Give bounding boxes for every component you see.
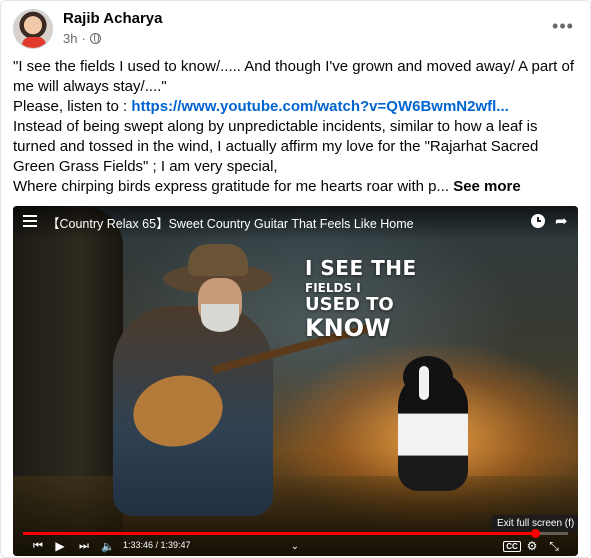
watch-later-icon[interactable] <box>531 214 545 228</box>
post-text: "I see the fields I used to know/..... A… <box>13 57 583 197</box>
gear-icon[interactable]: ⚙ <box>525 538 539 554</box>
progress-bar[interactable] <box>23 529 568 538</box>
video-top-bar: 【Country Relax 65】Sweet Country Guitar T… <box>13 206 578 240</box>
post-header: Rajib Acharya 3h · ••• <box>13 9 578 49</box>
share-icon[interactable]: ➦ <box>555 212 568 230</box>
exit-fullscreen-icon[interactable]: ⤡ <box>547 538 561 554</box>
overlay-text: I SEE THE <box>305 256 417 280</box>
video-controls: ⏮ ▶ ⏭ 🔈 1:33:46 / 1:39:47 ⌄ CC ⚙ ⤡ <box>13 538 578 556</box>
previous-icon[interactable]: ⏮ <box>31 538 45 554</box>
video-thumbnail <box>13 206 578 556</box>
more-options-button[interactable]: ••• <box>548 11 578 41</box>
overlay-text: KNOW <box>305 314 391 342</box>
overlay-text: USED TO <box>305 294 394 315</box>
chevron-down-icon[interactable]: ⌄ <box>288 538 302 554</box>
time-display: 1:33:46 / 1:39:47 <box>123 540 191 550</box>
overlay-text: FIELDS I <box>305 281 361 295</box>
post-line: Please, listen to : https://www.youtube.… <box>13 98 509 115</box>
post-time[interactable]: 3h <box>63 31 77 46</box>
video-title[interactable]: 【Country Relax 65】Sweet Country Guitar T… <box>47 213 414 232</box>
volume-icon[interactable]: 🔈 <box>101 538 115 554</box>
next-icon[interactable]: ⏭ <box>77 538 91 554</box>
post-line: "I see the fields I used to know/..... A… <box>13 58 575 75</box>
play-icon[interactable]: ▶ <box>53 538 67 554</box>
see-more-link[interactable]: See more <box>453 178 521 195</box>
video-player[interactable]: I SEE THE FIELDS I USED TO KNOW 【Country… <box>13 206 578 556</box>
avatar[interactable] <box>13 9 53 49</box>
youtube-link[interactable]: https://www.youtube.com/watch?v=QW6BwmN2… <box>131 98 508 115</box>
progress-fill <box>23 532 536 535</box>
post-line: turned and tossed in the wind, I actuall… <box>13 138 539 155</box>
post-line: me will always stay/...." <box>13 78 167 95</box>
post-line: Instead of being swept along by unpredic… <box>13 118 538 135</box>
playlist-menu-icon[interactable] <box>23 215 37 227</box>
post-meta: 3h · <box>63 31 101 46</box>
post-line: Green Grass Fields" ; I am very special, <box>13 158 278 175</box>
captions-icon[interactable]: CC <box>503 541 521 552</box>
post-line: Where chirping birds express gratitude f… <box>13 178 521 195</box>
globe-icon <box>89 33 101 44</box>
author-name[interactable]: Rajib Acharya <box>63 10 163 27</box>
post-card: Rajib Acharya 3h · ••• "I see the fields… <box>0 0 591 558</box>
